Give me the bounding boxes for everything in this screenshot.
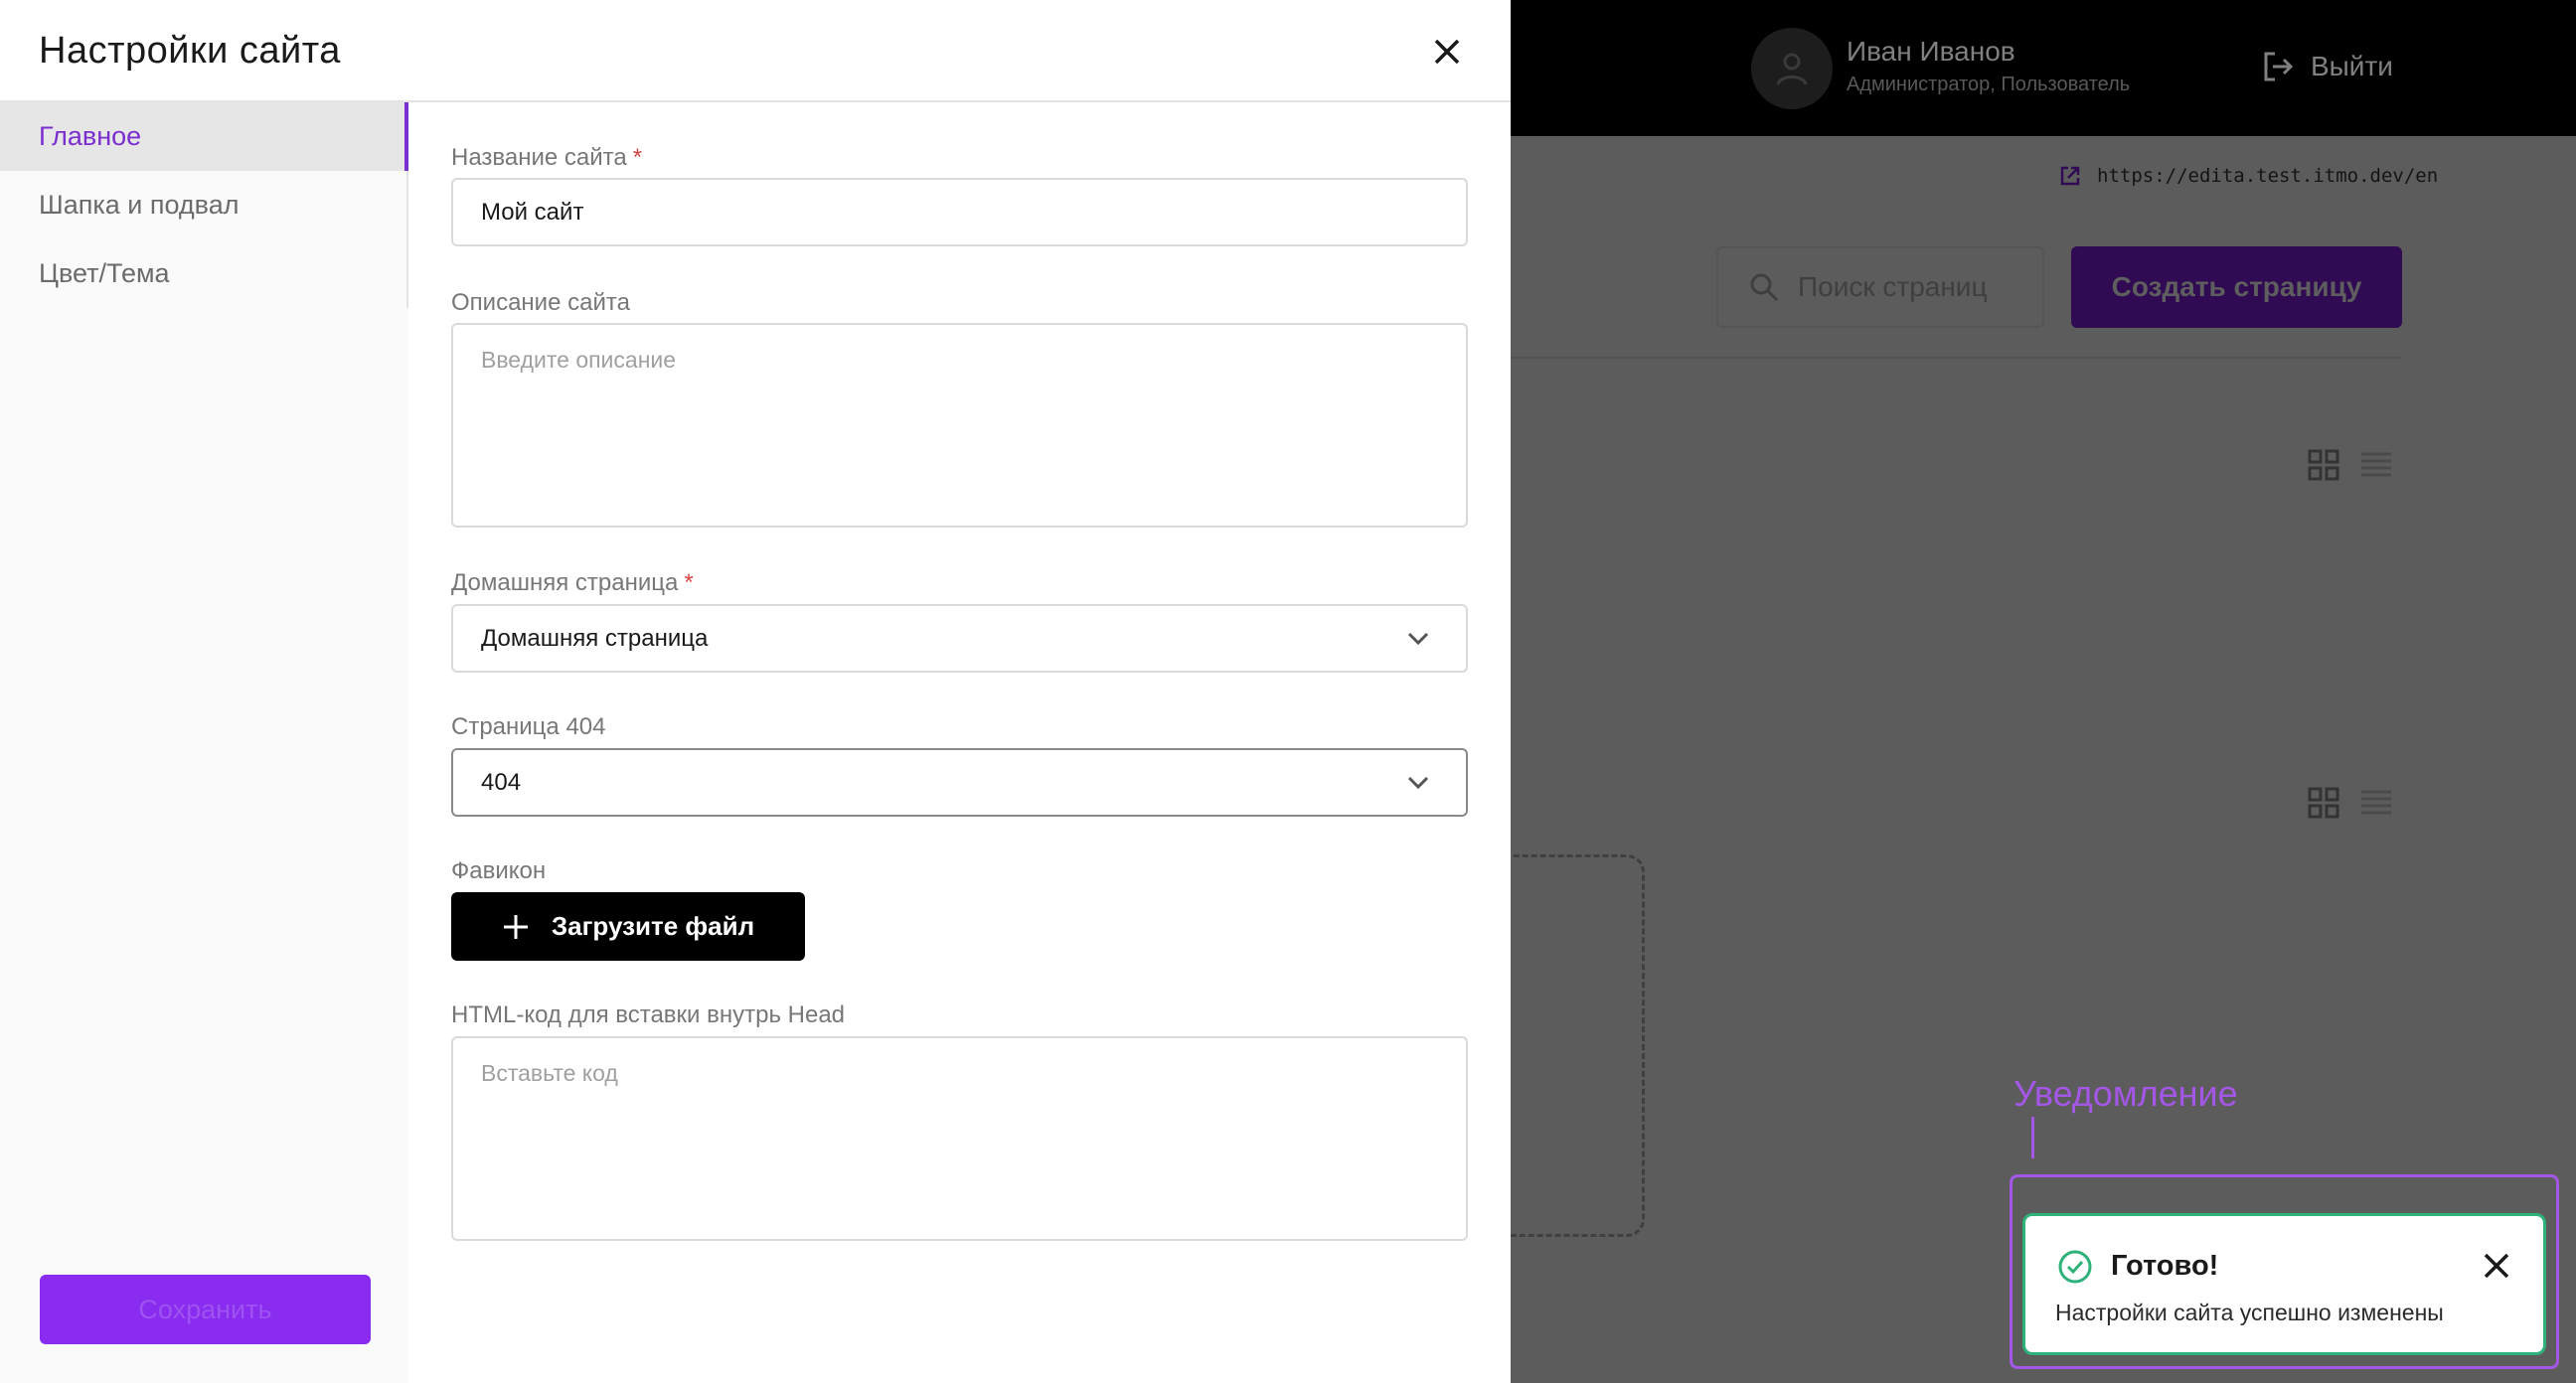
sidebar-item-color-theme[interactable]: Цвет/Тема xyxy=(0,239,408,308)
success-toast: Готово! Настройки сайта успешно изменены xyxy=(2022,1213,2546,1355)
user-avatar[interactable] xyxy=(1751,28,1833,109)
sidebar-item-header-footer[interactable]: Шапка и подвал xyxy=(0,171,408,239)
modal-title: Настройки сайта xyxy=(39,30,341,72)
list-view-icon[interactable] xyxy=(2359,449,2393,481)
home-page-value: Домашняя страница xyxy=(481,624,709,652)
chevron-down-icon xyxy=(1407,632,1429,645)
logout-button[interactable]: Выйти xyxy=(2261,50,2393,83)
upload-file-label: Загрузите файл xyxy=(551,911,755,941)
head-html-textarea[interactable]: Вставьте код xyxy=(451,1036,1468,1241)
plus-icon xyxy=(503,914,528,939)
grid-view-icon[interactable] xyxy=(2308,787,2339,819)
sidebar-item-main[interactable]: Главное xyxy=(0,102,408,171)
settings-nav: Главное Шапка и подвал Цвет/Тема xyxy=(0,102,408,308)
site-name-label-text: Название сайта xyxy=(451,144,627,171)
view-toggle-group xyxy=(2308,787,2393,819)
home-page-label: Домашняя страница * xyxy=(451,569,694,597)
favicon-label: Фавикон xyxy=(451,857,547,884)
search-icon xyxy=(1750,273,1779,302)
external-link-icon xyxy=(2060,166,2080,186)
user-role: Администратор, Пользователь xyxy=(1847,74,2131,95)
site-description-label: Описание сайта xyxy=(451,289,630,316)
page-404-label: Страница 404 xyxy=(451,713,606,740)
site-url-link[interactable]: https://edita.test.itmo.dev/en xyxy=(2059,165,2438,187)
user-icon xyxy=(1776,53,1808,85)
user-name: Иван Иванов xyxy=(1847,36,2015,67)
home-page-select[interactable]: Домашняя страница xyxy=(451,604,1468,673)
logout-label: Выйти xyxy=(2311,51,2393,81)
page-404-value: 404 xyxy=(481,768,522,796)
site-name-label: Название сайта * xyxy=(451,144,642,172)
view-toggle-group xyxy=(2308,449,2393,481)
create-page-button[interactable]: Создать страницу xyxy=(2071,246,2402,328)
check-circle-icon xyxy=(2058,1250,2092,1284)
site-settings-modal: Настройки сайта Главное Шапка и подвал Ц… xyxy=(0,0,1511,1383)
annotation-pointer xyxy=(2031,1117,2034,1158)
search-placeholder: Поиск страниц xyxy=(1798,271,1988,302)
site-name-input[interactable]: Мой сайт xyxy=(451,178,1468,246)
chevron-down-icon xyxy=(1407,776,1429,789)
site-url-text: https://edita.test.itmo.dev/en xyxy=(2097,165,2439,187)
toast-message: Настройки сайта успешно изменены xyxy=(2055,1300,2444,1325)
logout-icon xyxy=(2264,52,2294,81)
settings-sidebar: Главное Шапка и подвал Цвет/Тема Сохрани… xyxy=(0,102,408,1383)
page-404-select[interactable]: 404 xyxy=(451,748,1468,817)
grid-view-icon[interactable] xyxy=(2308,449,2339,481)
divider xyxy=(1510,357,2402,359)
close-icon[interactable] xyxy=(1431,36,1463,68)
home-page-label-text: Домашняя страница xyxy=(451,569,679,596)
annotation-label: Уведомление xyxy=(2013,1073,2238,1114)
list-view-icon[interactable] xyxy=(2359,787,2393,819)
upload-file-button[interactable]: Загрузите файл xyxy=(451,892,805,961)
toast-title: Готово! xyxy=(2111,1250,2219,1282)
required-mark: * xyxy=(684,569,694,596)
required-mark: * xyxy=(632,144,643,171)
modal-header: Настройки сайта xyxy=(0,0,1511,102)
page-search-input[interactable]: Поиск страниц xyxy=(1716,246,2044,328)
save-button[interactable]: Сохранить xyxy=(40,1275,371,1344)
head-html-label: HTML-код для вставки внутрь Head xyxy=(451,1001,846,1028)
close-icon[interactable] xyxy=(2481,1250,2512,1282)
site-description-textarea[interactable]: Введите описание xyxy=(451,323,1468,528)
